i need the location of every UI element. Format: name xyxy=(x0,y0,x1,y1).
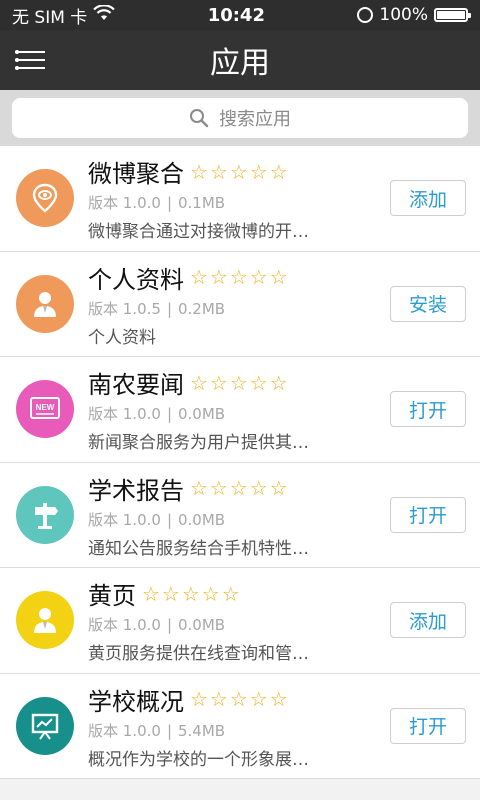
list-item[interactable]: 个人资料 ☆☆☆☆☆ 版本 1.0.5 | 0.2MB 个人资料 安装 xyxy=(0,252,480,357)
app-info: 黄页 ☆☆☆☆☆ 版本 1.0.0 | 0.0MB 黄页服务提供在线查询和管… xyxy=(88,576,382,665)
app-info: 学术报告 ☆☆☆☆☆ 版本 1.0.0 | 0.0MB 通知公告服务结合手机特性… xyxy=(88,471,382,559)
app-title-row: 微博聚合 ☆☆☆☆☆ xyxy=(88,154,382,189)
rating-stars: ☆☆☆☆☆ xyxy=(190,687,290,712)
app-meta: 版本 1.0.0 | 0.1MB xyxy=(88,194,226,213)
battery-percent: 100% xyxy=(379,5,428,25)
menu-button[interactable] xyxy=(0,30,60,90)
rating-stars: ☆☆☆☆☆ xyxy=(190,370,290,395)
app-list: 微博聚合 ☆☆☆☆☆ 版本 1.0.0 | 0.1MB 微博聚合通过对接微博的开… … xyxy=(0,146,480,779)
list-item[interactable]: NEW 南农要闻 ☆☆☆☆☆ 版本 1.0.0 | 0.0MB 新闻聚合服务为用户提… xyxy=(0,357,480,463)
app-action-button[interactable]: 打开 xyxy=(390,496,466,533)
app-description: 微博聚合通过对接微博的开… xyxy=(88,222,309,243)
app-size: 0.0MB xyxy=(178,510,226,529)
rotation-lock-icon xyxy=(357,7,374,23)
app-description: 新闻聚合服务为用户提供其… xyxy=(88,433,309,454)
app-info: 微博聚合 ☆☆☆☆☆ 版本 1.0.0 | 0.1MB 微博聚合通过对接微博的开… xyxy=(88,154,382,243)
app-name: 个人资料 xyxy=(88,265,184,294)
app-name: 学术报告 xyxy=(88,476,184,505)
list-item[interactable]: 学校概况 ☆☆☆☆☆ 版本 1.0.0 | 5.4MB 概况作为学校的一个形象展… … xyxy=(0,674,480,779)
app-size: 0.0MB xyxy=(178,405,226,424)
rating-stars: ☆☆☆☆☆ xyxy=(190,476,290,501)
status-left: 无 SIM 卡 xyxy=(12,3,116,28)
app-meta: 版本 1.0.0 | 0.0MB xyxy=(88,405,226,424)
rating-stars: ☆☆☆☆☆ xyxy=(142,581,242,606)
app-title-row: 学术报告 ☆☆☆☆☆ xyxy=(88,471,382,506)
search-input[interactable]: 搜索应用 xyxy=(12,98,468,138)
app-info: 学校概况 ☆☆☆☆☆ 版本 1.0.0 | 5.4MB 概况作为学校的一个形象展… xyxy=(88,682,382,770)
app-meta: 版本 1.0.0 | 0.0MB xyxy=(88,510,226,529)
menu-list-icon xyxy=(15,49,45,71)
weibo-pin-icon xyxy=(16,169,74,228)
app-version: 版本 1.0.5 xyxy=(88,299,161,318)
app-title-row: 个人资料 ☆☆☆☆☆ xyxy=(88,260,382,295)
app-title-row: 学校概况 ☆☆☆☆☆ xyxy=(88,682,382,717)
app-version: 版本 1.0.0 xyxy=(88,194,161,213)
rating-stars: ☆☆☆☆☆ xyxy=(190,159,290,184)
app-version: 版本 1.0.0 xyxy=(88,405,161,424)
app-size: 0.2MB xyxy=(178,299,226,318)
app-description: 概况作为学校的一个形象展… xyxy=(88,749,309,770)
app-name: 黄页 xyxy=(88,582,136,611)
app-name: 微博聚合 xyxy=(88,160,184,189)
search-bar: 搜索应用 xyxy=(0,90,480,146)
app-name: 学校概况 xyxy=(88,687,184,716)
person-icon xyxy=(16,591,74,650)
app-version: 版本 1.0.0 xyxy=(88,616,161,635)
app-action-button[interactable]: 打开 xyxy=(390,707,466,744)
app-info: 南农要闻 ☆☆☆☆☆ 版本 1.0.0 | 0.0MB 新闻聚合服务为用户提供其… xyxy=(88,365,382,454)
app-header: 应用 xyxy=(0,30,480,90)
app-info: 个人资料 ☆☆☆☆☆ 版本 1.0.5 | 0.2MB 个人资料 xyxy=(88,260,382,348)
list-item[interactable]: 黄页 ☆☆☆☆☆ 版本 1.0.0 | 0.0MB 黄页服务提供在线查询和管… 添加 xyxy=(0,568,480,674)
page-title: 应用 xyxy=(210,46,270,81)
signpost-icon xyxy=(16,485,74,544)
rating-stars: ☆☆☆☆☆ xyxy=(190,265,290,290)
app-name: 南农要闻 xyxy=(88,371,184,400)
app-title-row: 黄页 ☆☆☆☆☆ xyxy=(88,576,382,611)
app-title-row: 南农要闻 ☆☆☆☆☆ xyxy=(88,365,382,400)
app-action-button[interactable]: 添加 xyxy=(390,180,466,217)
list-item[interactable]: 学术报告 ☆☆☆☆☆ 版本 1.0.0 | 0.0MB 通知公告服务结合手机特性… … xyxy=(0,463,480,568)
app-meta: 版本 1.0.0 | 0.0MB xyxy=(88,616,226,635)
app-size: 0.1MB xyxy=(178,194,226,213)
search-placeholder: 搜索应用 xyxy=(219,109,291,130)
status-bar: 无 SIM 卡 10:42 100% xyxy=(0,0,480,30)
list-item[interactable]: 微博聚合 ☆☆☆☆☆ 版本 1.0.0 | 0.1MB 微博聚合通过对接微博的开… … xyxy=(0,146,480,252)
status-right: 100% xyxy=(357,5,471,25)
app-size: 0.0MB xyxy=(178,616,226,635)
app-description: 通知公告服务结合手机特性… xyxy=(88,538,309,559)
app-action-button[interactable]: 安装 xyxy=(390,285,466,322)
app-size: 5.4MB xyxy=(178,721,226,740)
status-time: 10:42 xyxy=(207,4,265,26)
presentation-icon xyxy=(16,696,74,755)
app-description: 黄页服务提供在线查询和管… xyxy=(88,644,309,665)
app-meta: 版本 1.0.5 | 0.2MB xyxy=(88,299,226,318)
carrier-label: 无 SIM 卡 xyxy=(12,7,88,28)
app-version: 版本 1.0.0 xyxy=(88,721,161,740)
search-icon xyxy=(189,108,209,128)
battery-icon xyxy=(434,8,471,22)
news-icon: NEW xyxy=(16,380,74,439)
app-version: 版本 1.0.0 xyxy=(88,510,161,529)
wifi-icon xyxy=(93,3,116,26)
person-icon xyxy=(16,274,74,333)
app-action-button[interactable]: 添加 xyxy=(390,602,466,639)
app-meta: 版本 1.0.0 | 5.4MB xyxy=(88,721,226,740)
app-action-button[interactable]: 打开 xyxy=(390,391,466,428)
svg-text:NEW: NEW xyxy=(36,403,55,412)
app-description: 个人资料 xyxy=(88,327,156,348)
